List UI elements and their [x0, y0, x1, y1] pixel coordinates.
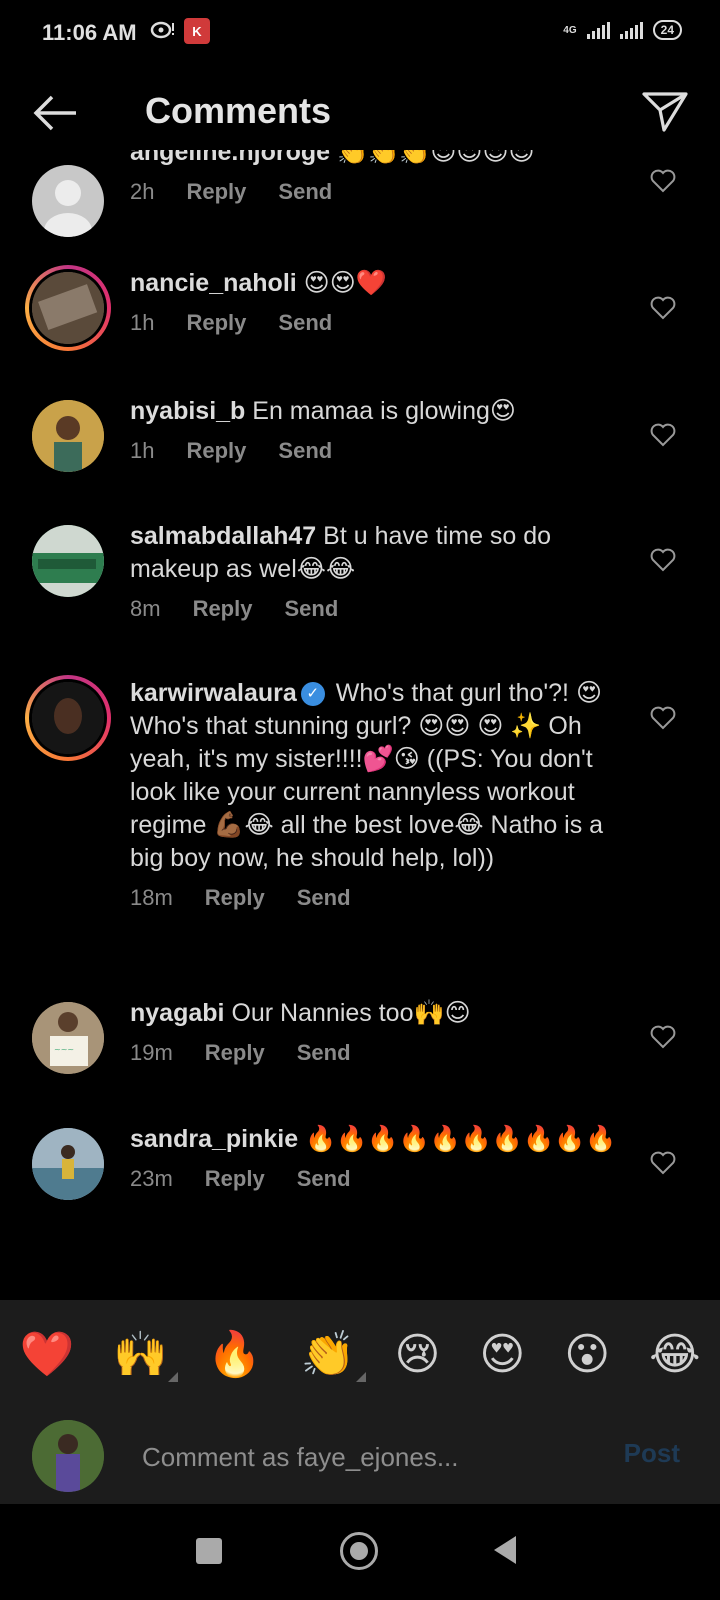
- reply-button[interactable]: Reply: [186, 175, 246, 208]
- heart-icon[interactable]: [650, 168, 676, 194]
- skin-tone-indicator-icon: [355, 1372, 366, 1382]
- recent-apps-icon[interactable]: [196, 1538, 222, 1564]
- avatar[interactable]: [32, 525, 104, 597]
- heart-icon[interactable]: [650, 547, 676, 573]
- page-title: Comments: [145, 90, 332, 131]
- comment-text: 😍😍❤️: [303, 269, 387, 297]
- comment-text: Who's that gurl tho'?! 😍 Who's that stun…: [130, 679, 604, 872]
- status-notifications: K: [150, 18, 210, 44]
- comment-meta: 1h Reply Send: [130, 306, 620, 339]
- reply-button[interactable]: Reply: [205, 1036, 265, 1069]
- avatar[interactable]: ~~~: [32, 1002, 104, 1074]
- battery-level: 24: [660, 23, 674, 37]
- comment-time: 8m: [130, 596, 161, 621]
- comment-username[interactable]: salmabdallah47: [130, 522, 316, 550]
- comment-input[interactable]: [140, 1432, 584, 1482]
- comment-username[interactable]: angeline.njoroge: [130, 150, 330, 166]
- home-icon[interactable]: [340, 1532, 378, 1570]
- signal-icon-2: [619, 21, 643, 39]
- avatar: [32, 682, 104, 754]
- status-right: 4G 24: [563, 20, 682, 40]
- comment-username[interactable]: nancie_naholi: [130, 269, 297, 297]
- heart-icon[interactable]: [650, 1150, 676, 1176]
- heart-icon[interactable]: [650, 295, 676, 321]
- comment-meta: 2h Reply Send: [130, 175, 620, 208]
- comment-username[interactable]: nyabisi_b: [130, 397, 245, 425]
- comment-text: 🔥🔥🔥🔥🔥🔥🔥🔥🔥🔥: [305, 1125, 617, 1153]
- comment-time: 1h: [130, 310, 155, 335]
- reply-button[interactable]: Reply: [186, 434, 246, 467]
- comment-time: 2h: [130, 179, 155, 204]
- comment-username[interactable]: nyagabi: [130, 999, 224, 1027]
- reaction-clap-label: 👏: [300, 1330, 356, 1379]
- comment-meta: 8m Reply Send: [130, 592, 620, 625]
- verified-badge-icon: ✓: [300, 682, 325, 707]
- reply-button[interactable]: Reply: [205, 1162, 265, 1195]
- comment-meta: 19m Reply Send: [130, 1036, 620, 1069]
- status-bar: 11:06 AM K 4G 24: [0, 0, 720, 70]
- avatar[interactable]: [32, 1128, 104, 1200]
- comment-meta: 23m Reply Send: [130, 1162, 620, 1195]
- heart-icon[interactable]: [650, 1024, 676, 1050]
- send-button[interactable]: Send: [278, 306, 332, 339]
- skin-tone-indicator-icon: [168, 1372, 179, 1382]
- battery-icon: 24: [652, 20, 682, 40]
- send-button[interactable]: Send: [297, 1162, 351, 1195]
- send-icon[interactable]: [640, 86, 690, 136]
- comment-time: 23m: [130, 1166, 173, 1191]
- reaction-heart-eyes[interactable]: 😍: [479, 1329, 525, 1380]
- avatar[interactable]: [32, 165, 104, 237]
- status-time: 11:06 AM: [42, 20, 137, 45]
- quick-reaction-bar: ❤️ 🙌 🔥 👏 😢 😍 😮 😂: [0, 1300, 720, 1408]
- comment-meta: 1h Reply Send: [130, 434, 620, 467]
- reaction-laughing[interactable]: 😂: [649, 1329, 700, 1380]
- comment-time: 18m: [130, 885, 173, 910]
- send-button[interactable]: Send: [284, 592, 338, 625]
- reaction-raised-hands[interactable]: 🙌: [113, 1328, 179, 1382]
- comment-text: En mamaa is glowing😍: [252, 397, 516, 425]
- send-button[interactable]: Send: [278, 175, 332, 208]
- svg-text:~~~: ~~~: [54, 1045, 74, 1054]
- reaction-raised-hands-label: 🙌: [113, 1330, 169, 1379]
- send-button[interactable]: Send: [297, 1036, 351, 1069]
- comment-time: 19m: [130, 1040, 173, 1065]
- system-nav-bar: [0, 1504, 720, 1600]
- reaction-fire[interactable]: 🔥: [207, 1328, 262, 1380]
- post-button[interactable]: Post: [624, 1438, 680, 1469]
- reply-button[interactable]: Reply: [193, 592, 253, 625]
- send-button[interactable]: Send: [278, 434, 332, 467]
- heart-icon[interactable]: [650, 705, 676, 731]
- shop-app-icon: K: [184, 18, 210, 44]
- avatar: [32, 1420, 104, 1492]
- comment-input-bar: Post: [0, 1408, 720, 1504]
- avatar: [32, 272, 104, 344]
- comment-list[interactable]: angeline.njoroge 👏👏👏😍😍😍😍 2h Reply Send n…: [0, 150, 720, 1300]
- story-ring[interactable]: [25, 265, 111, 351]
- heart-icon[interactable]: [650, 422, 676, 448]
- comment-text: 👏👏👏😍😍😍😍: [336, 150, 535, 166]
- arrow-left-icon[interactable]: [30, 88, 80, 138]
- chat-bubble-icon: [150, 18, 176, 44]
- network-type: 4G: [563, 24, 577, 36]
- header: Comments: [0, 70, 720, 160]
- story-ring[interactable]: [25, 675, 111, 761]
- comment-username[interactable]: sandra_pinkie: [130, 1125, 298, 1153]
- reaction-heart[interactable]: ❤️: [19, 1328, 74, 1380]
- reply-button[interactable]: Reply: [186, 306, 246, 339]
- reaction-clap[interactable]: 👏: [300, 1328, 366, 1382]
- back-triangle-icon[interactable]: [494, 1536, 516, 1564]
- reply-button[interactable]: Reply: [205, 881, 265, 914]
- send-button[interactable]: Send: [297, 881, 351, 914]
- comment-username[interactable]: karwirwalaura: [130, 679, 297, 707]
- reaction-crying[interactable]: 😢: [395, 1329, 441, 1380]
- avatar[interactable]: [32, 400, 104, 472]
- comment-meta: 18m Reply Send: [130, 881, 620, 914]
- reaction-surprised[interactable]: 😮: [564, 1329, 610, 1380]
- signal-icon: [586, 21, 610, 39]
- comment-text: Our Nannies too🙌😊: [231, 999, 471, 1027]
- comment-time: 1h: [130, 438, 155, 463]
